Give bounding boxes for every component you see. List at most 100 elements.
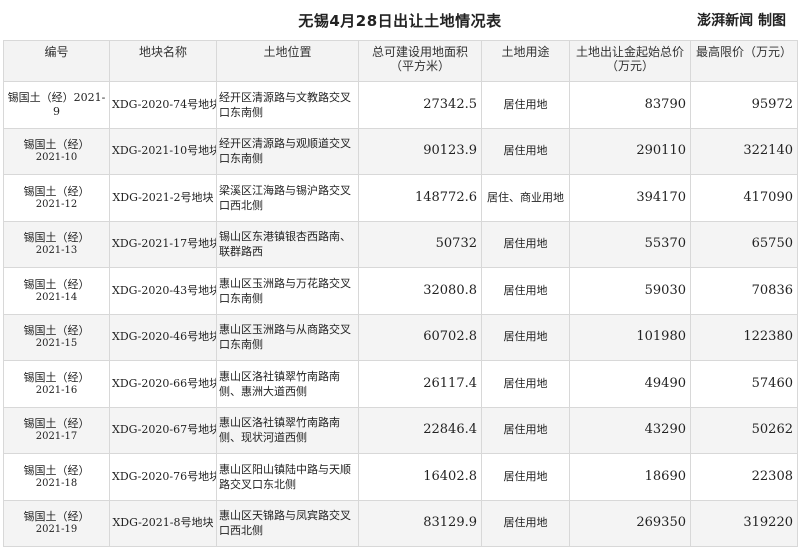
cell-id: 锡国土（经） 2021-17 bbox=[3, 406, 110, 454]
cell-max-price: 57460 bbox=[690, 360, 798, 408]
cell-use: 居住用地 bbox=[481, 453, 570, 501]
cell-use: 居住用地 bbox=[481, 81, 570, 129]
table-row: 锡国土（经） 2021-13 XDG-2021-17号地块 锡山区东港镇银杏西路南、联… bbox=[3, 220, 798, 268]
header-area: 总可建设用地面积（平方米） bbox=[358, 40, 482, 82]
cell-id: 锡国土（经） 2021-13 bbox=[3, 220, 110, 268]
cell-start-price: 101980 bbox=[569, 313, 691, 361]
cell-location: 惠山区玉洲路与万花路交叉口东南侧 bbox=[216, 267, 359, 315]
cell-id: 锡国土（经） 2021-10 bbox=[3, 127, 110, 175]
land-table: 编号 地块名称 土地位置 总可建设用地面积（平方米） 土地用途 土地出让金起始总… bbox=[3, 40, 798, 547]
cell-id-line1: 锡国土（经） bbox=[23, 324, 90, 338]
cell-name: XDG-2021-8号地块 bbox=[109, 499, 217, 547]
cell-id-line2: 2021-19 bbox=[35, 524, 78, 536]
cell-max-price: 65750 bbox=[690, 220, 798, 268]
cell-location: 锡山区东港镇银杏西路南、联群路西 bbox=[216, 220, 359, 268]
cell-area: 27342.5 bbox=[358, 81, 482, 129]
cell-location: 经开区清源路与观顺道交叉口东南侧 bbox=[216, 127, 359, 175]
cell-id-line2: 2021-13 bbox=[35, 245, 78, 257]
cell-area: 16402.8 bbox=[358, 453, 482, 501]
cell-use: 居住用地 bbox=[481, 267, 570, 315]
cell-start-price: 83790 bbox=[569, 81, 691, 129]
cell-area: 90123.9 bbox=[358, 127, 482, 175]
cell-name: XDG-2020-46号地块 bbox=[109, 313, 217, 361]
cell-start-price: 394170 bbox=[569, 174, 691, 222]
header-start-price: 土地出让金起始总价（万元） bbox=[569, 40, 691, 82]
cell-use: 居住用地 bbox=[481, 127, 570, 175]
table-row: 锡国土（经） 2021-12 XDG-2021-2号地块 梁溪区江海路与锡沪路交叉口西… bbox=[3, 174, 798, 222]
credit-label: 澎湃新闻 制图 bbox=[697, 13, 786, 29]
header-max-price: 最高限价（万元） bbox=[690, 40, 798, 82]
cell-id-line1: 锡国土（经） bbox=[23, 277, 90, 291]
cell-max-price: 50262 bbox=[690, 406, 798, 454]
cell-start-price: 55370 bbox=[569, 220, 691, 268]
cell-name: XDG-2020-43号地块 bbox=[109, 267, 217, 315]
cell-start-price: 269350 bbox=[569, 499, 691, 547]
cell-id-line1: 锡国土（经）2021-9 bbox=[7, 90, 106, 118]
cell-location: 经开区清源路与文教路交叉口东南侧 bbox=[216, 81, 359, 129]
cell-max-price: 70836 bbox=[690, 267, 798, 315]
cell-area: 50732 bbox=[358, 220, 482, 268]
cell-use: 居住用地 bbox=[481, 313, 570, 361]
table-row: 锡国土（经） 2021-19 XDG-2021-8号地块 惠山区天锦路与凤宾路交叉口西… bbox=[3, 499, 798, 547]
cell-name: XDG-2020-67号地块 bbox=[109, 406, 217, 454]
cell-id: 锡国土（经） 2021-12 bbox=[3, 174, 110, 222]
cell-name: XDG-2020-76号地块 bbox=[109, 453, 217, 501]
header-name: 地块名称 bbox=[109, 40, 217, 82]
cell-id: 锡国土（经） 2021-14 bbox=[3, 267, 110, 315]
cell-max-price: 319220 bbox=[690, 499, 798, 547]
cell-max-price: 95972 bbox=[690, 81, 798, 129]
cell-id-line2: 2021-16 bbox=[35, 384, 78, 396]
cell-id-line1: 锡国土（经） bbox=[23, 417, 90, 431]
cell-start-price: 43290 bbox=[569, 406, 691, 454]
cell-name: XDG-2021-2号地块 bbox=[109, 174, 217, 222]
cell-location: 惠山区洛社镇翠竹南路南侧、惠洲大道西侧 bbox=[216, 360, 359, 408]
cell-location: 惠山区阳山镇陆中路与天顺路交叉口东北侧 bbox=[216, 453, 359, 501]
header-id: 编号 bbox=[3, 40, 110, 82]
cell-id-line1: 锡国土（经） bbox=[23, 138, 90, 152]
cell-id-line1: 锡国土（经） bbox=[23, 231, 90, 245]
cell-id-line2: 2021-12 bbox=[35, 198, 78, 210]
cell-area: 83129.9 bbox=[358, 499, 482, 547]
cell-id: 锡国土（经） 2021-19 bbox=[3, 499, 110, 547]
cell-id-line1: 锡国土（经） bbox=[23, 510, 90, 524]
cell-id: 锡国土（经）2021-9 bbox=[3, 81, 110, 129]
cell-id: 锡国土（经） 2021-18 bbox=[3, 453, 110, 501]
cell-start-price: 18690 bbox=[569, 453, 691, 501]
cell-id-line2: 2021-10 bbox=[35, 152, 78, 164]
table-row: 锡国土（经） 2021-17 XDG-2020-67号地块 惠山区洛社镇翠竹南路南侧、… bbox=[3, 406, 798, 454]
cell-area: 32080.8 bbox=[358, 267, 482, 315]
cell-name: XDG-2020-74号地块 bbox=[109, 81, 217, 129]
cell-id-line1: 锡国土（经） bbox=[23, 184, 90, 198]
cell-max-price: 122380 bbox=[690, 313, 798, 361]
cell-max-price: 22308 bbox=[690, 453, 798, 501]
cell-use: 居住、商业用地 bbox=[481, 174, 570, 222]
cell-max-price: 322140 bbox=[690, 127, 798, 175]
cell-area: 60702.8 bbox=[358, 313, 482, 361]
cell-id-line2: 2021-18 bbox=[35, 477, 78, 489]
header-location: 土地位置 bbox=[216, 40, 359, 82]
cell-area: 22846.4 bbox=[358, 406, 482, 454]
cell-start-price: 290110 bbox=[569, 127, 691, 175]
cell-id-line2: 2021-15 bbox=[35, 338, 78, 350]
cell-location: 惠山区玉洲路与从商路交叉口东南侧 bbox=[216, 313, 359, 361]
cell-location: 惠山区天锦路与凤宾路交叉口西北侧 bbox=[216, 499, 359, 547]
table-header-row: 编号 地块名称 土地位置 总可建设用地面积（平方米） 土地用途 土地出让金起始总… bbox=[3, 40, 798, 82]
table-row: 锡国土（经） 2021-10 XDG-2021-10号地块 经开区清源路与观顺道交叉口… bbox=[3, 127, 798, 175]
cell-id-line1: 锡国土（经） bbox=[23, 463, 90, 477]
cell-name: XDG-2021-17号地块 bbox=[109, 220, 217, 268]
cell-id-line2: 2021-17 bbox=[35, 431, 78, 443]
cell-name: XDG-2020-66号地块 bbox=[109, 360, 217, 408]
cell-location: 梁溪区江海路与锡沪路交叉口西北侧 bbox=[216, 174, 359, 222]
cell-use: 居住用地 bbox=[481, 499, 570, 547]
table-row: 锡国土（经）2021-9 XDG-2020-74号地块 经开区清源路与文教路交叉口东… bbox=[3, 81, 798, 129]
cell-id-line1: 锡国土（经） bbox=[23, 370, 90, 384]
header-use: 土地用途 bbox=[481, 40, 570, 82]
cell-id: 锡国土（经） 2021-16 bbox=[3, 360, 110, 408]
cell-start-price: 49490 bbox=[569, 360, 691, 408]
cell-name: XDG-2021-10号地块 bbox=[109, 127, 217, 175]
table-row: 锡国土（经） 2021-16 XDG-2020-66号地块 惠山区洛社镇翠竹南路南侧、… bbox=[3, 360, 798, 408]
table-row: 锡国土（经） 2021-15 XDG-2020-46号地块 惠山区玉洲路与从商路交叉口… bbox=[3, 313, 798, 361]
cell-use: 居住用地 bbox=[481, 406, 570, 454]
cell-id-line2: 2021-14 bbox=[35, 291, 78, 303]
cell-start-price: 59030 bbox=[569, 267, 691, 315]
